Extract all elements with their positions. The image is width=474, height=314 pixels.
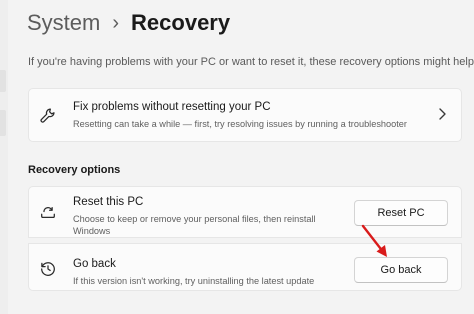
- reset-pc-button[interactable]: Reset PC: [354, 200, 448, 226]
- recovery-options-heading: Recovery options: [28, 164, 121, 176]
- breadcrumb-separator: ›: [112, 11, 120, 34]
- go-back-title: Go back: [73, 258, 116, 270]
- wrench-icon: [39, 107, 57, 125]
- reset-pc-title: Reset this PC: [73, 196, 144, 208]
- annotation-arrow-icon: [361, 224, 387, 257]
- reset-pc-description: Choose to keep or remove your personal f…: [73, 214, 316, 236]
- fix-problems-card[interactable]: Fix problems without resetting your PC R…: [28, 88, 462, 142]
- sidebar-item[interactable]: [0, 70, 6, 92]
- page-title: Recovery: [131, 10, 231, 35]
- reset-pc-icon: [39, 203, 57, 221]
- fix-problems-title: Fix problems without resetting your PC: [73, 101, 271, 113]
- chevron-right-icon: [437, 107, 447, 121]
- breadcrumb: System › Recovery: [27, 10, 230, 36]
- sidebar-edge: [0, 0, 8, 314]
- intro-text: If you're having problems with your PC o…: [28, 56, 474, 68]
- fix-problems-description: Resetting can take a while — first, try …: [73, 119, 407, 129]
- history-icon: [39, 260, 57, 278]
- sidebar-item[interactable]: [0, 110, 6, 136]
- breadcrumb-system[interactable]: System: [27, 10, 100, 36]
- go-back-button[interactable]: Go back: [354, 257, 448, 283]
- go-back-description: If this version isn't working, try unins…: [73, 276, 315, 286]
